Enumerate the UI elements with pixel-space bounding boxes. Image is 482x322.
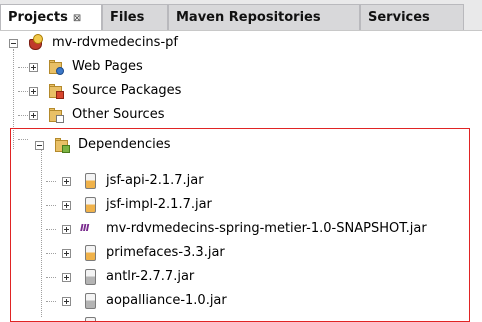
dependency-label: jsf-impl-2.1.7.jar [106,197,212,212]
collapse-toggle-icon[interactable] [9,39,18,48]
tab-projects[interactable]: Projects ⊠ [0,4,102,30]
expand-toggle-icon[interactable] [29,87,38,96]
dependency-jar-row[interactable]: primefaces-3.3.jar [0,241,482,265]
expand-toggle-icon[interactable] [62,177,71,186]
expand-toggle-icon[interactable] [62,225,71,234]
expand-toggle-icon[interactable] [29,63,38,72]
project-name: mv-rdvmedecins-pf [52,35,178,50]
tab-services-label: Services [368,10,430,25]
tab-maven-repositories[interactable]: Maven Repositories [168,4,360,30]
dependency-jar-row[interactable]: aopalliance-1.0.jar [0,289,482,313]
dependency-jar-row[interactable]: jsf-api-2.1.7.jar [0,169,482,193]
dependency-label: mv-rdvmedecins-spring-metier-1.0-SNAPSHO… [106,221,427,236]
project-tree: mv-rdvmedecins-pf Web Pages Source Packa… [0,31,482,322]
expand-toggle-icon[interactable] [62,201,71,210]
expand-toggle-icon[interactable] [62,249,71,258]
dependency-label: aopalliance-1.0.jar [106,293,227,308]
tree-node-source-packages[interactable]: Source Packages [0,79,482,103]
tab-files-label: Files [110,10,145,25]
tree-node-dependencies[interactable]: Dependencies [0,133,482,157]
dependency-label: antlr-2.7.7.jar [106,269,195,284]
dependency-label: jsf-api-2.1.7.jar [106,173,204,188]
tree-node-project[interactable]: mv-rdvmedecins-pf [0,31,482,55]
tab-maven-repositories-label: Maven Repositories [176,10,321,25]
dependency-jar-row[interactable]: Ⅲ mv-rdvmedecins-spring-metier-1.0-SNAPS… [0,217,482,241]
dependency-jar-row[interactable]: antlr-2.7.7.jar [0,265,482,289]
tree-node-web-pages[interactable]: Web Pages [0,55,482,79]
expand-toggle-icon[interactable] [62,273,71,282]
expand-toggle-icon[interactable] [62,297,71,306]
maven-project-icon [27,34,45,52]
jar-icon [82,268,100,286]
tree-node-other-sources[interactable]: Other Sources [0,103,482,127]
jar-icon [82,316,100,322]
tree-node-label: Web Pages [72,59,143,74]
tab-projects-label: Projects [8,10,68,25]
dependency-jar-row[interactable] [0,313,482,322]
tree-node-label: Other Sources [72,107,165,122]
jar-icon [82,244,100,262]
tab-files[interactable]: Files [102,4,168,30]
jar-icon [82,292,100,310]
other-sources-folder-icon [48,106,66,124]
tab-bar: Projects ⊠ Files Maven Repositories Servi… [0,0,482,31]
maven-module-icon: Ⅲ [80,223,90,234]
web-pages-folder-icon [48,58,66,76]
tree-node-label: Dependencies [78,137,171,152]
tab-services[interactable]: Services [360,4,464,30]
dependencies-folder-icon [54,136,72,154]
expand-toggle-icon[interactable] [29,111,38,120]
jar-icon [82,196,100,214]
dependency-label: primefaces-3.3.jar [106,245,225,260]
dependency-jar-row[interactable]: jsf-impl-2.1.7.jar [0,193,482,217]
close-tab-icon[interactable]: ⊠ [73,13,81,24]
tree-node-label: Source Packages [72,83,182,98]
jar-icon [82,172,100,190]
collapse-toggle-icon[interactable] [35,141,44,150]
source-packages-folder-icon [48,82,66,100]
